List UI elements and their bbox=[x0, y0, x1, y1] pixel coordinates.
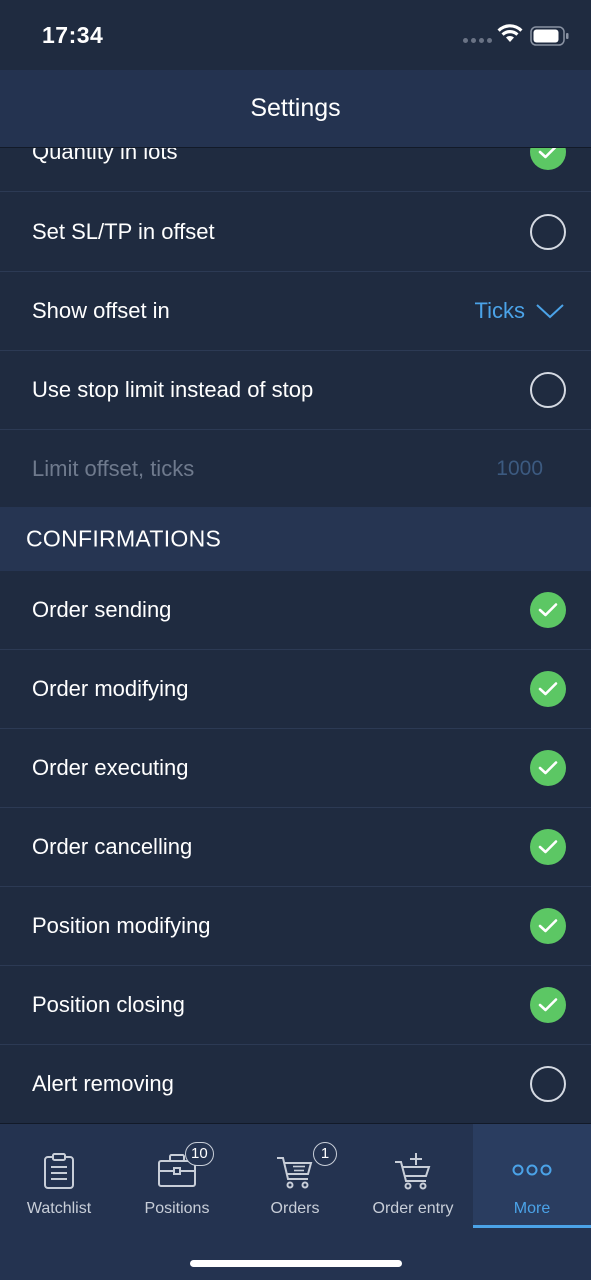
setting-label: Use stop limit instead of stop bbox=[32, 377, 314, 402]
check-on-icon[interactable] bbox=[530, 829, 566, 865]
chevron-down-icon bbox=[536, 304, 564, 319]
active-tab-indicator bbox=[473, 1225, 591, 1228]
check-off-icon[interactable] bbox=[530, 214, 566, 250]
setting-label: Order executing bbox=[32, 755, 189, 780]
tab-more[interactable]: More bbox=[473, 1124, 591, 1228]
confirmation-row-order-executing[interactable]: Order executing bbox=[0, 729, 591, 808]
check-on-icon[interactable] bbox=[530, 750, 566, 786]
confirmation-row-position-closing[interactable]: Position closing bbox=[0, 966, 591, 1045]
setting-label: Order modifying bbox=[32, 676, 189, 701]
tab-watchlist[interactable]: Watchlist bbox=[0, 1124, 118, 1228]
setting-label: Position modifying bbox=[32, 913, 211, 938]
settings-list[interactable]: Quantity in lots Set SL/TP in offset Sho… bbox=[0, 148, 591, 1123]
confirmation-row-order-cancelling[interactable]: Order cancelling bbox=[0, 808, 591, 887]
orders-count-badge: 1 bbox=[313, 1142, 337, 1166]
tab-order-entry[interactable]: Order entry bbox=[354, 1124, 472, 1228]
tab-label: Positions bbox=[144, 1200, 210, 1217]
positions-count-badge: 10 bbox=[185, 1142, 214, 1166]
setting-label: Order cancelling bbox=[32, 834, 193, 859]
setting-row-stop-limit[interactable]: Use stop limit instead of stop bbox=[0, 351, 591, 430]
check-off-icon[interactable] bbox=[530, 1066, 566, 1102]
section-title: CONFIRMATIONS bbox=[26, 525, 222, 552]
status-time: 17:34 bbox=[42, 22, 104, 48]
tab-label: Order entry bbox=[372, 1200, 454, 1217]
home-indicator bbox=[190, 1260, 402, 1267]
setting-label: Order sending bbox=[32, 597, 172, 622]
setting-label: Set SL/TP in offset bbox=[32, 219, 215, 244]
tab-positions[interactable]: 10 Positions bbox=[118, 1124, 236, 1228]
bottom-tab-bar: Watchlist 10 Positions 1 Orders Order en… bbox=[0, 1123, 591, 1280]
confirmation-row-position-modifying[interactable]: Position modifying bbox=[0, 887, 591, 966]
clipboard-icon bbox=[44, 1153, 74, 1189]
setting-label: Position closing bbox=[32, 992, 185, 1017]
navigation-bar: Settings bbox=[0, 70, 591, 148]
cart-list-icon bbox=[277, 1157, 313, 1189]
status-bar: 17:34 bbox=[0, 0, 591, 70]
tab-orders[interactable]: 1 Orders bbox=[236, 1124, 354, 1228]
setting-label: Alert removing bbox=[32, 1071, 174, 1096]
tab-label: More bbox=[513, 1200, 551, 1217]
setting-label: Show offset in bbox=[32, 298, 170, 323]
confirmation-row-order-modifying[interactable]: Order modifying bbox=[0, 650, 591, 729]
setting-row-limit-offset: Limit offset, ticks 1000 bbox=[0, 430, 591, 509]
tab-label: Watchlist bbox=[26, 1200, 92, 1217]
confirmation-row-order-sending[interactable]: Order sending bbox=[0, 571, 591, 650]
offset-unit-dropdown[interactable]: Ticks bbox=[474, 298, 565, 324]
check-on-icon[interactable] bbox=[530, 148, 566, 170]
check-on-icon[interactable] bbox=[530, 908, 566, 944]
battery-icon bbox=[530, 26, 569, 46]
setting-row-sltp-offset[interactable]: Set SL/TP in offset bbox=[0, 193, 591, 272]
confirmation-row-alert-removing[interactable]: Alert removing bbox=[0, 1045, 591, 1123]
limit-offset-value: 1000 bbox=[496, 457, 543, 480]
section-header-confirmations: CONFIRMATIONS bbox=[0, 507, 591, 571]
wifi-icon bbox=[497, 24, 523, 42]
setting-row-quantity-in-lots[interactable]: Quantity in lots bbox=[0, 148, 591, 192]
cart-add-icon bbox=[395, 1153, 431, 1190]
setting-label: Quantity in lots bbox=[32, 148, 178, 164]
tab-label: Orders bbox=[270, 1200, 320, 1217]
setting-label: Limit offset, ticks bbox=[32, 456, 195, 481]
setting-row-show-offset-in[interactable]: Show offset in Ticks bbox=[0, 272, 591, 351]
check-off-icon[interactable] bbox=[530, 372, 566, 408]
check-on-icon[interactable] bbox=[530, 592, 566, 628]
check-on-icon[interactable] bbox=[530, 987, 566, 1023]
dropdown-value: Ticks bbox=[474, 298, 525, 323]
cellular-signal-icon bbox=[463, 38, 492, 43]
check-on-icon[interactable] bbox=[530, 671, 566, 707]
more-dots-icon bbox=[512, 1164, 552, 1176]
page-title: Settings bbox=[250, 94, 341, 122]
